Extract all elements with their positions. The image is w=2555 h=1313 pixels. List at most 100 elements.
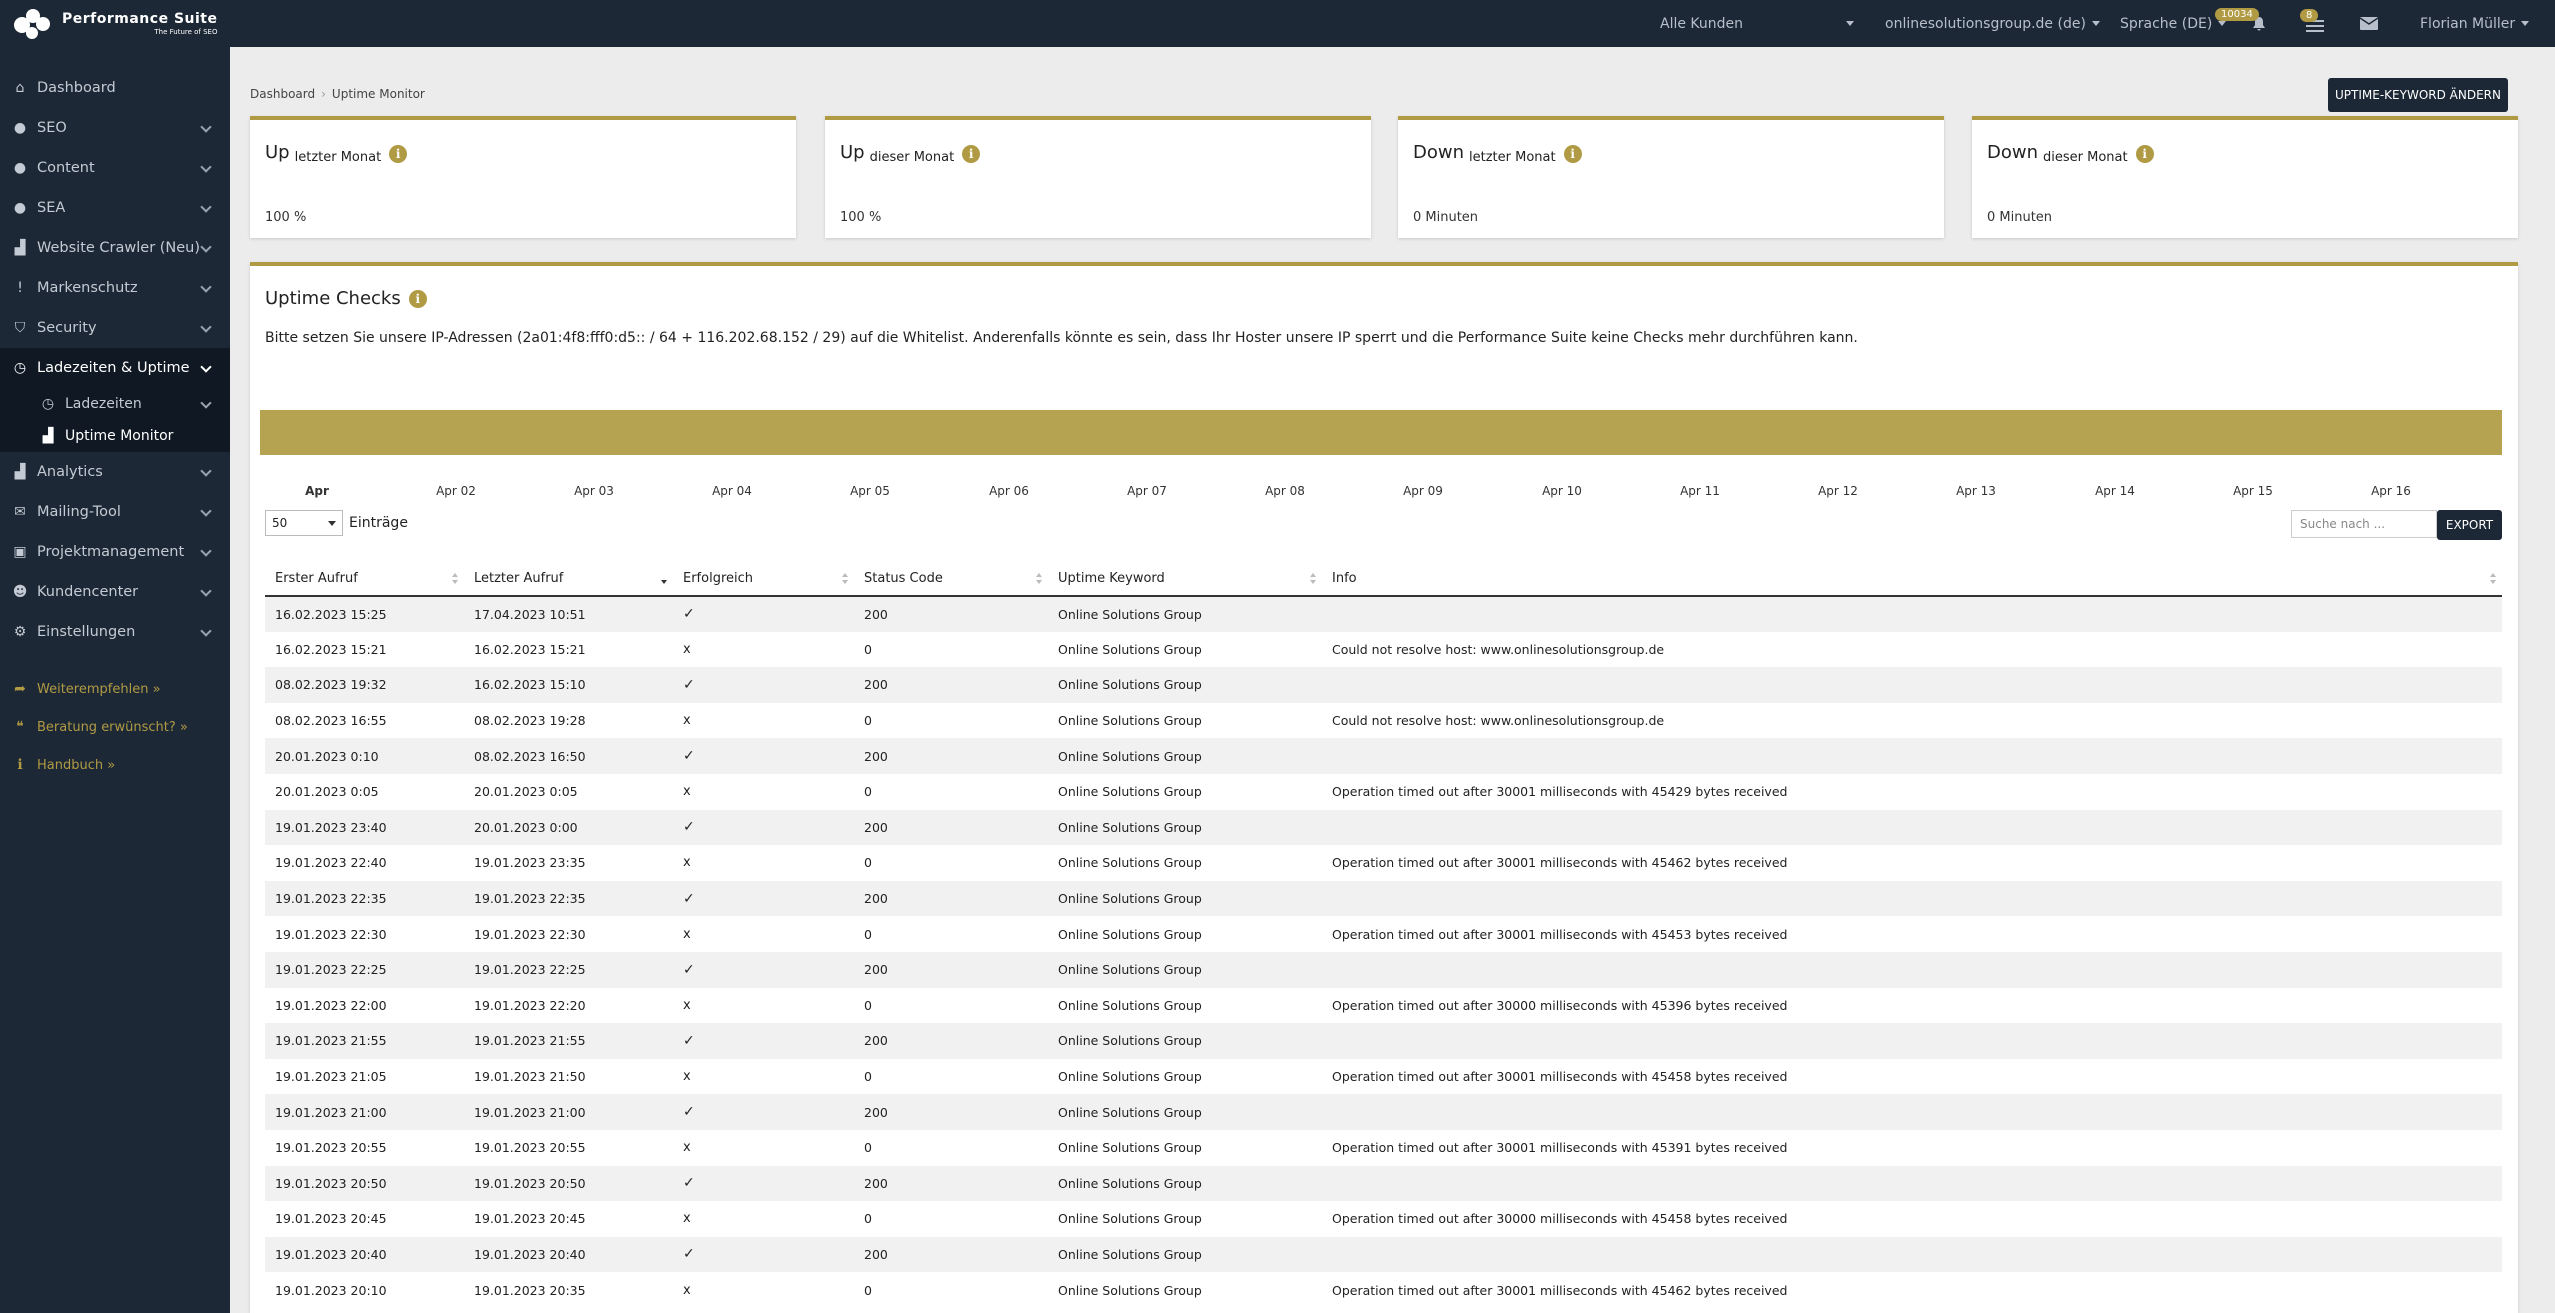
sidebar-item-content[interactable]: ● Content xyxy=(0,148,230,188)
cell-info: Operation timed out after 30001 millisec… xyxy=(1332,1282,1788,1298)
brand-logo-icon xyxy=(14,7,52,41)
sidebar-item-seo[interactable]: ● SEO xyxy=(0,108,230,148)
sidebar-item-security[interactable]: ⛉ Security xyxy=(0,308,230,348)
change-uptime-keyword-button[interactable]: UPTIME-KEYWORD ÄNDERN xyxy=(2328,78,2508,112)
column-header-erfolgreich[interactable]: Erfolgreich xyxy=(673,562,854,597)
stat-subtitle: dieser Monat xyxy=(869,150,955,165)
sidebar-item-projektmanagement[interactable]: ▣ Projektmanagement xyxy=(0,532,230,572)
cell-erster-aufruf: 16.02.2023 15:21 xyxy=(275,641,387,657)
timeline-tick-label: Apr 09 xyxy=(1403,484,1443,498)
sidebar-item-sea[interactable]: ● SEA xyxy=(0,188,230,228)
column-header-info[interactable]: Info xyxy=(1322,562,2502,597)
chevron-down-icon xyxy=(2091,21,2100,26)
stat-card-down-this-month: Down dieser Monat i 0 Minuten xyxy=(1972,116,2518,238)
table-row: 19.01.2023 22:25 19.01.2023 22:25 ✓ 200 Onli… xyxy=(265,951,2502,988)
export-button[interactable]: EXPORT xyxy=(2437,510,2502,540)
cell-status-code: 200 xyxy=(864,748,888,764)
cell-erfolgreich: ✓ xyxy=(683,676,695,693)
column-header-status-code[interactable]: Status Code xyxy=(854,562,1048,597)
info-icon[interactable]: i xyxy=(2135,145,2154,163)
home-icon: ⌂ xyxy=(15,80,25,96)
sidebar-link-label: Handbuch » xyxy=(37,757,116,773)
brand-logo-area[interactable]: Performance Suite The Future of SEO xyxy=(0,0,230,47)
cell-erster-aufruf: 19.01.2023 22:30 xyxy=(275,926,387,942)
briefcase-icon: ▣ xyxy=(13,544,27,560)
info-icon[interactable]: i xyxy=(389,145,408,163)
cell-letzter-aufruf: 19.01.2023 20:45 xyxy=(474,1211,586,1227)
table-search-input[interactable]: Suche nach ... xyxy=(2291,510,2437,538)
sidebar: ⌂ Dashboard ● SEO ● Content ● SEA ▟ Webs… xyxy=(0,47,230,1313)
sidebar-item-label: Security xyxy=(37,320,97,336)
sidebar-link-beratung[interactable]: ❝ Beratung erwünscht? » xyxy=(0,708,230,746)
column-header-erster-aufruf[interactable]: Erster Aufruf xyxy=(265,562,464,597)
table-row: 16.02.2023 15:21 16.02.2023 15:21 x 0 Online… xyxy=(265,631,2502,668)
info-icon[interactable]: i xyxy=(408,289,427,308)
cell-status-code: 200 xyxy=(864,1104,888,1120)
timeline-tick-label: Apr 06 xyxy=(989,484,1029,498)
stat-value: 0 Minuten xyxy=(1413,210,1479,225)
sidebar-item-ladezeiten-uptime[interactable]: ◷ Ladezeiten & Uptime xyxy=(0,348,230,388)
info-icon[interactable]: i xyxy=(962,145,981,163)
uptime-timeline-bar[interactable] xyxy=(260,410,2502,455)
table-row: 19.01.2023 21:00 19.01.2023 21:00 ✓ 200 Onli… xyxy=(265,1094,2502,1130)
timeline-tick-label: Apr 16 xyxy=(2371,484,2411,498)
chevron-down-icon xyxy=(200,397,212,409)
cell-erster-aufruf: 19.01.2023 20:10 xyxy=(275,1282,387,1298)
sidebar-item-label: Website Crawler (Neu) xyxy=(37,240,201,256)
brand-tagline: The Future of SEO xyxy=(154,28,218,36)
notifications-button[interactable]: 10034 xyxy=(2215,0,2273,47)
notification-count-badge: 10034 xyxy=(2215,8,2259,21)
sidebar-link-handbuch[interactable]: ℹ Handbuch » xyxy=(0,746,230,784)
cell-letzter-aufruf: 16.02.2023 15:21 xyxy=(474,641,586,657)
customer-select[interactable]: Alle Kunden xyxy=(1660,0,1860,47)
user-menu[interactable]: Florian Müller xyxy=(2420,0,2530,47)
sidebar-item-website-crawler[interactable]: ▟ Website Crawler (Neu) xyxy=(0,228,230,268)
sidebar-item-dashboard[interactable]: ⌂ Dashboard xyxy=(0,68,230,108)
cell-info: Could not resolve host: www.onlinesoluti… xyxy=(1332,713,1665,729)
table-row: 20.01.2023 0:10 08.02.2023 16:50 ✓ 200 Onlin… xyxy=(265,738,2502,774)
table-row: 08.02.2023 16:55 08.02.2023 19:28 x 0 Online… xyxy=(265,702,2502,739)
sidebar-link-weiterempfehlen[interactable]: ➦ Weiterempfehlen » xyxy=(0,670,230,708)
sidebar-item-markenschutz[interactable]: ! Markenschutz xyxy=(0,268,230,308)
column-header-letzter-aufruf[interactable]: Letzter Aufruf xyxy=(464,562,673,597)
sidebar-item-einstellungen[interactable]: ⚙ Einstellungen xyxy=(0,612,230,652)
chat-icon: ❝ xyxy=(16,719,24,735)
brand-name: Performance Suite xyxy=(62,11,218,27)
info-icon[interactable]: i xyxy=(1563,145,1582,163)
sidebar-subitem-ladezeiten[interactable]: ◷ Ladezeiten xyxy=(0,388,230,420)
messages-button[interactable] xyxy=(2360,0,2378,47)
sidebar-item-analytics[interactable]: ▟ Analytics xyxy=(0,452,230,492)
chevron-down-icon xyxy=(200,545,212,557)
entries-per-page-select[interactable]: 50 xyxy=(265,510,343,536)
sidebar-item-mailing-tool[interactable]: ✉ Mailing-Tool xyxy=(0,492,230,532)
sidebar-item-kundencenter[interactable]: ☻ Kundencenter xyxy=(0,572,230,612)
stat-title: Down xyxy=(1987,142,2039,163)
cell-info: Operation timed out after 30000 millisec… xyxy=(1332,1211,1788,1227)
cell-letzter-aufruf: 19.01.2023 20:35 xyxy=(474,1282,586,1298)
column-header-uptime-keyword[interactable]: Uptime Keyword xyxy=(1048,562,1322,597)
tasks-button[interactable]: 8 xyxy=(2300,0,2332,47)
table-header-row: Erster Aufruf Letzter Aufruf Erfolgreich… xyxy=(265,562,2502,597)
breadcrumb-home[interactable]: Dashboard xyxy=(250,87,315,101)
language-select[interactable]: Sprache (DE) xyxy=(2120,0,2227,47)
cell-info: Operation timed out after 30001 millisec… xyxy=(1332,1140,1788,1156)
stat-title: Up xyxy=(265,142,290,163)
cell-status-code: 200 xyxy=(864,891,888,907)
cell-letzter-aufruf: 20.01.2023 0:00 xyxy=(474,819,578,835)
cell-uptime-keyword: Online Solutions Group xyxy=(1058,641,1202,657)
gear-icon: ⚙ xyxy=(13,624,27,640)
stat-value: 100 % xyxy=(840,210,882,225)
cell-status-code: 0 xyxy=(864,641,872,657)
cell-erster-aufruf: 19.01.2023 20:55 xyxy=(275,1140,387,1156)
sidebar-subitem-uptime-monitor[interactable]: ▟ Uptime Monitor xyxy=(0,420,230,452)
cell-info xyxy=(1322,1166,2502,1202)
cell-letzter-aufruf: 19.01.2023 20:55 xyxy=(474,1140,586,1156)
table-row: 20.01.2023 0:05 20.01.2023 0:05 x 0 Online S… xyxy=(265,773,2502,810)
cell-info xyxy=(1322,1023,2502,1059)
domain-select[interactable]: onlinesolutionsgroup.de (de) xyxy=(1885,0,2100,47)
timeline-tick-label: Apr 12 xyxy=(1818,484,1858,498)
cell-erfolgreich: ✓ xyxy=(683,819,695,836)
cell-status-code: 0 xyxy=(864,1069,872,1085)
timeline-tick-label: Apr 15 xyxy=(2233,484,2273,498)
sidebar-item-label: SEO xyxy=(37,120,67,136)
